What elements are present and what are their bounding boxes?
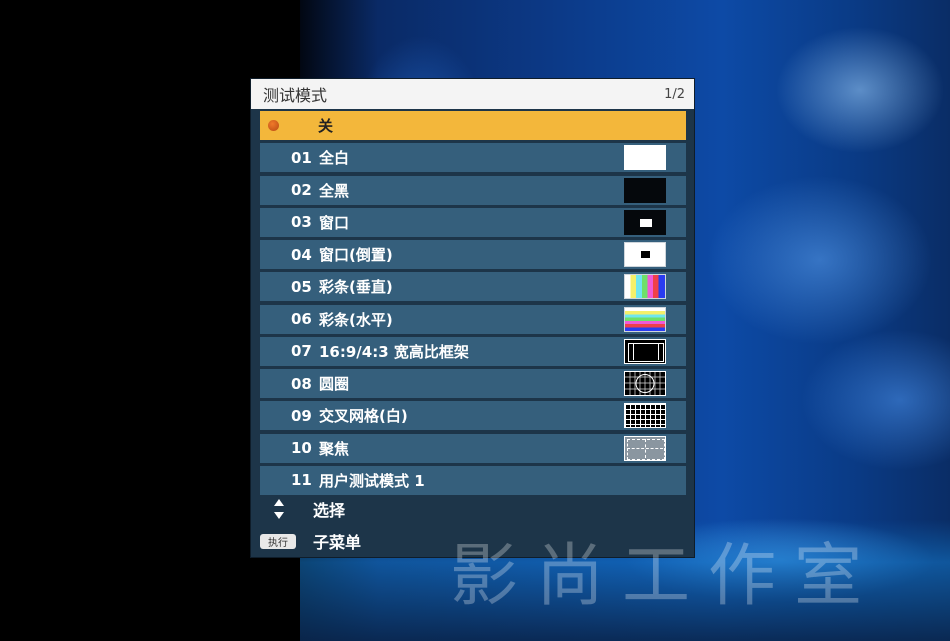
menu-item-number: 09 xyxy=(291,406,312,425)
menu-item-number: 10 xyxy=(291,439,312,457)
menu-item-user-test-pattern-1[interactable]: 11 用户测试模式 1 xyxy=(260,465,686,495)
crosshatch-pattern-icon xyxy=(624,403,666,429)
menu-item-window[interactable]: 03 窗口 xyxy=(260,207,686,237)
menu-item-number: 06 xyxy=(291,310,312,328)
test-pattern-menu: 测试模式 1/2 关 01 全白 02 全黑 03 窗口 04 窗口(倒置) 0… xyxy=(251,79,694,557)
menu-item-number: 05 xyxy=(291,277,312,296)
execute-key-icon: 执行 xyxy=(260,534,296,549)
window-pattern-icon xyxy=(624,209,666,235)
menu-item-label: 关 xyxy=(318,117,334,135)
menu-item-color-bars-horizontal[interactable]: 06 彩条(水平) xyxy=(260,304,686,334)
menu-item-label: 用户测试模式 1 xyxy=(319,471,425,490)
menu-item-number: 02 xyxy=(291,181,312,199)
focus-pattern-icon xyxy=(624,435,666,461)
menu-list: 关 01 全白 02 全黑 03 窗口 04 窗口(倒置) 05 彩条(垂直) … xyxy=(260,111,686,498)
color-bars-horizontal-icon xyxy=(624,306,666,332)
circle-pattern-icon xyxy=(624,371,666,396)
menu-item-off[interactable]: 关 xyxy=(260,111,686,140)
selection-dot-icon xyxy=(268,120,279,131)
menu-item-window-inverted[interactable]: 04 窗口(倒置) xyxy=(260,240,686,269)
watermark-text: 影尚工作室 xyxy=(450,537,881,616)
menu-item-number: 04 xyxy=(291,245,312,264)
menu-item-circle[interactable]: 08 圆圈 xyxy=(260,369,686,398)
menu-item-number: 08 xyxy=(291,374,312,393)
menu-item-focus[interactable]: 10 聚焦 xyxy=(260,433,686,463)
menu-item-number: 03 xyxy=(291,213,312,232)
menu-item-full-black[interactable]: 02 全黑 xyxy=(260,175,686,205)
menu-item-number: 01 xyxy=(291,148,312,167)
menu-item-number: 07 xyxy=(291,342,312,361)
submenu-hint-label: 子菜单 xyxy=(313,533,362,552)
select-hint-label: 选择 xyxy=(313,501,346,520)
window-inverted-pattern-icon xyxy=(624,242,666,267)
menu-title: 测试模式 xyxy=(263,86,328,105)
full-black-pattern-icon xyxy=(624,177,666,203)
menu-item-color-bars-vertical[interactable]: 05 彩条(垂直) xyxy=(260,272,686,302)
menu-item-number: 11 xyxy=(291,471,312,490)
color-bars-vertical-icon xyxy=(624,274,666,300)
menu-item-aspect-frame[interactable]: 07 16:9/4:3 宽高比框架 xyxy=(260,336,686,366)
aspect-frame-icon xyxy=(624,338,666,364)
page-indicator: 1/2 xyxy=(664,86,685,102)
full-white-pattern-icon xyxy=(624,145,666,171)
menu-item-crosshatch-white[interactable]: 09 交叉网格(白) xyxy=(260,401,686,431)
menu-item-full-white[interactable]: 01 全白 xyxy=(260,143,686,173)
menu-header: 测试模式 1/2 xyxy=(251,79,694,109)
up-down-arrow-icon xyxy=(274,499,284,519)
